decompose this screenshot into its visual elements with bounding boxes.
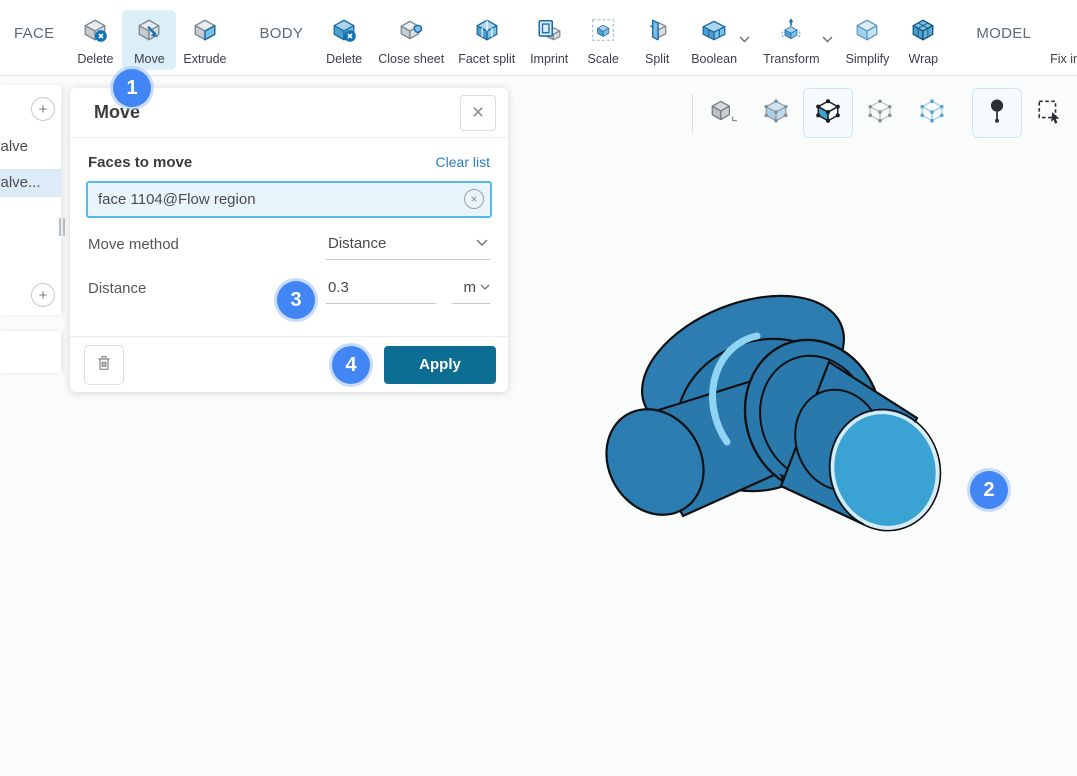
dialog-close-button[interactable]: ×: [460, 95, 496, 131]
ribbon-group-model-label: MODEL: [976, 25, 1031, 42]
tool-face-delete[interactable]: Delete: [68, 10, 122, 70]
scale-icon: [590, 17, 616, 48]
delete-operation-button[interactable]: [84, 345, 124, 385]
distance-unit-value: m: [464, 279, 477, 296]
sidebar-item-valve-selected[interactable]: valve...: [0, 169, 62, 197]
face-move-icon: [136, 17, 162, 48]
body-delete-icon: [331, 17, 357, 48]
tool-label: Move: [134, 52, 165, 66]
boolean-dropdown-chevron-icon[interactable]: [739, 30, 750, 48]
move-dialog-footer: Apply: [70, 336, 508, 392]
volume-select-button[interactable]: [751, 88, 801, 138]
ribbon-group-body-label: BODY: [259, 25, 303, 42]
tool-label: Facet split: [458, 52, 515, 66]
tool-label: Imprint: [530, 52, 568, 66]
sidebar-add-button-bottom[interactable]: +: [31, 283, 55, 307]
tool-label: Wrap: [909, 52, 939, 66]
tool-imprint[interactable]: Imprint: [522, 10, 576, 70]
boolean-icon: [700, 17, 728, 48]
tool-body-delete[interactable]: Delete: [317, 10, 371, 70]
volume-select-icon: [763, 98, 789, 129]
tool-label: Boolean: [691, 52, 737, 66]
tool-boolean[interactable]: Boolean: [684, 10, 744, 70]
transform-dropdown-chevron-icon[interactable]: [822, 30, 833, 48]
tool-wrap[interactable]: Wrap: [896, 10, 950, 70]
face-delete-icon: [82, 17, 108, 48]
box-select-button[interactable]: [1024, 88, 1074, 138]
transform-icon: [778, 17, 804, 48]
probe-pin-icon: [984, 98, 1010, 129]
ribbon-group-body: BODY Delete Close sheet Facet split Impr…: [245, 0, 950, 75]
facet-split-icon: [474, 17, 500, 48]
face-extrude-icon: [192, 17, 218, 48]
split-icon: [644, 17, 670, 48]
edge-select-icon: [867, 98, 893, 129]
distance-unit-dropdown[interactable]: m: [452, 278, 490, 304]
trash-icon: [94, 353, 114, 376]
edge-select-button[interactable]: [855, 88, 905, 138]
tool-transform[interactable]: Transform: [756, 10, 827, 70]
wrap-icon: [910, 17, 936, 48]
sidebar-item-valve[interactable]: valve: [0, 133, 62, 161]
face-select-button[interactable]: [803, 88, 853, 138]
tool-label: Fix interference: [1050, 52, 1077, 66]
probe-pin-button[interactable]: [972, 88, 1022, 138]
apply-button[interactable]: Apply: [384, 346, 496, 384]
move-dialog-body: Faces to move Clear list × Move method D…: [70, 138, 508, 304]
tool-label: Delete: [326, 52, 362, 66]
ribbon-toolbar: FACE Delete Move Extrude BODY: [0, 0, 1077, 76]
step-badge-4: 4: [332, 346, 370, 384]
tool-label: Delete: [77, 52, 113, 66]
box-select-icon: [1036, 98, 1062, 129]
clear-list-link[interactable]: Clear list: [436, 154, 490, 170]
ribbon-group-model: MODEL Fix interference: [962, 0, 1077, 75]
shaded-body-display-button[interactable]: [699, 88, 749, 138]
selection-mode-toolbar: [692, 87, 1076, 139]
tool-scale[interactable]: Scale: [576, 10, 630, 70]
tool-label: Scale: [588, 52, 619, 66]
faces-selection-input[interactable]: [86, 181, 492, 218]
chevron-down-icon: [480, 278, 490, 296]
shaded-body-icon: [709, 98, 739, 129]
tool-label: Split: [645, 52, 669, 66]
remove-face-button[interactable]: ×: [464, 189, 484, 209]
tool-close-sheet[interactable]: Close sheet: [371, 10, 451, 70]
tool-fix-interference[interactable]: Fix interference: [1045, 10, 1077, 70]
view-toolbar-separator: [692, 94, 693, 132]
close-sheet-icon: [398, 17, 424, 48]
valve-3d-model[interactable]: [605, 290, 975, 535]
imprint-icon: [536, 17, 562, 48]
faces-to-move-label: Faces to move: [88, 154, 192, 171]
tool-split[interactable]: Split: [630, 10, 684, 70]
tool-label: Extrude: [183, 52, 226, 66]
ribbon-group-face: FACE Delete Move Extrude: [0, 0, 233, 75]
sidebar-add-button-top[interactable]: +: [31, 97, 55, 121]
move-dialog: Move × Faces to move Clear list × Move m…: [70, 88, 508, 392]
tool-simplify[interactable]: Simplify: [839, 10, 897, 70]
vertex-select-button[interactable]: [907, 88, 957, 138]
simplify-icon: [854, 17, 880, 48]
tool-label: Transform: [763, 52, 820, 66]
tool-face-extrude[interactable]: Extrude: [176, 10, 233, 70]
step-badge-2: 2: [970, 471, 1008, 509]
tool-facet-split[interactable]: Facet split: [451, 10, 522, 70]
distance-value-input[interactable]: [326, 278, 436, 304]
tool-face-move[interactable]: Move: [122, 10, 176, 70]
chevron-down-icon: [476, 234, 488, 252]
step-badge-3: 3: [277, 281, 315, 319]
step-badge-1: 1: [113, 69, 151, 107]
sidebar-resize-handle[interactable]: [59, 218, 67, 236]
tool-label: Simplify: [846, 52, 890, 66]
move-method-dropdown[interactable]: Distance: [326, 234, 490, 260]
tool-label: Close sheet: [378, 52, 444, 66]
face-select-icon: [815, 98, 841, 129]
move-method-label: Move method: [88, 236, 326, 260]
sidebar-panel-lower: [0, 331, 62, 373]
move-method-value: Distance: [328, 235, 386, 252]
vertex-select-icon: [919, 98, 945, 129]
sidebar-panel: + valve valve... +: [0, 85, 62, 315]
ribbon-group-face-label: FACE: [14, 25, 54, 42]
